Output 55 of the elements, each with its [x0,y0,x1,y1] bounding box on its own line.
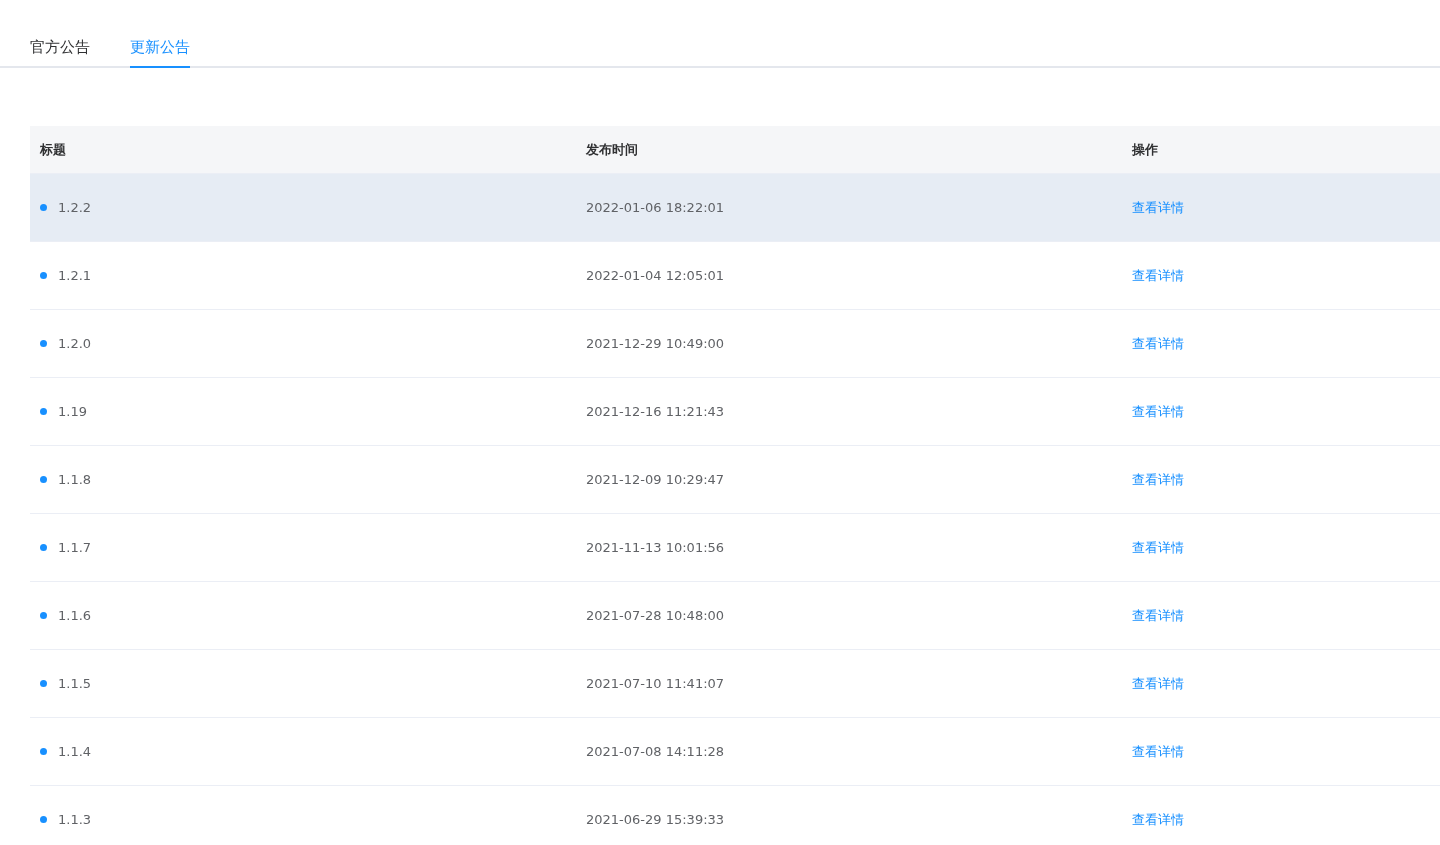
version-title: 1.2.2 [58,200,92,215]
version-title: 1.2.0 [58,336,92,351]
table-row[interactable]: 1.1.4 2021-07-08 14:11:28 查看详情 [30,718,1440,786]
publish-time: 2021-12-16 11:21:43 [586,404,725,419]
table-row[interactable]: 1.1.6 2021-07-28 10:48:00 查看详情 [30,582,1440,650]
bullet-dot-icon [40,748,47,755]
publish-time: 2021-07-28 10:48:00 [586,608,725,623]
view-details-link[interactable]: 查看详情 [1132,402,1184,421]
view-details-link[interactable]: 查看详情 [1132,674,1184,693]
bullet-dot-icon [40,272,47,279]
publish-time: 2021-12-29 10:49:00 [586,336,725,351]
version-title: 1.1.4 [58,744,92,759]
version-title: 1.1.3 [58,812,92,827]
publish-time: 2021-07-10 11:41:07 [586,676,725,691]
bullet-dot-icon [40,680,47,687]
view-details-link[interactable]: 查看详情 [1132,470,1184,489]
view-details-link[interactable]: 查看详情 [1132,198,1184,217]
column-header: 操作 [1131,140,1159,159]
view-details-link[interactable]: 查看详情 [1132,606,1184,625]
view-details-link[interactable]: 查看详情 [1132,334,1184,353]
tab[interactable]: 官方公告 [30,28,90,66]
table-row[interactable]: 1.1.3 2021-06-29 15:39:33 查看详情 [30,786,1440,845]
publish-time: 2022-01-04 12:05:01 [586,268,725,283]
publish-time: 2021-12-09 10:29:47 [586,472,725,487]
table-row[interactable]: 1.2.2 2022-01-06 18:22:01 查看详情 [30,174,1440,242]
table-row[interactable]: 1.2.0 2021-12-29 10:49:00 查看详情 [30,310,1440,378]
table-row[interactable]: 1.2.1 2022-01-04 12:05:01 查看详情 [30,242,1440,310]
view-details-link[interactable]: 查看详情 [1132,266,1184,285]
version-title: 1.2.1 [58,268,92,283]
table-row[interactable]: 1.19 2021-12-16 11:21:43 查看详情 [30,378,1440,446]
bullet-dot-icon [40,204,47,211]
column-header: 标题 [39,140,67,159]
table-row[interactable]: 1.1.7 2021-11-13 10:01:56 查看详情 [30,514,1440,582]
publish-time: 2022-01-06 18:22:01 [586,200,725,215]
bullet-dot-icon [40,408,47,415]
version-title: 1.1.6 [58,608,92,623]
view-details-link[interactable]: 查看详情 [1132,810,1184,829]
view-details-link[interactable]: 查看详情 [1132,538,1184,557]
table-row[interactable]: 1.1.8 2021-12-09 10:29:47 查看详情 [30,446,1440,514]
bullet-dot-icon [40,476,47,483]
bullet-dot-icon [40,544,47,551]
publish-time: 2021-11-13 10:01:56 [586,540,725,555]
bullet-dot-icon [40,816,47,823]
table-row[interactable]: 1.1.5 2021-07-10 11:41:07 查看详情 [30,650,1440,718]
bullet-dot-icon [40,612,47,619]
version-title: 1.1.7 [58,540,92,555]
bullet-dot-icon [40,340,47,347]
publish-time: 2021-07-08 14:11:28 [586,744,725,759]
version-title: 1.1.8 [58,472,92,487]
version-title: 1.1.5 [58,676,92,691]
version-title: 1.19 [58,404,87,419]
publish-time: 2021-06-29 15:39:33 [586,812,725,827]
column-header: 发布时间 [585,140,639,159]
view-details-link[interactable]: 查看详情 [1132,742,1184,761]
tab[interactable]: 更新公告 [130,28,190,68]
